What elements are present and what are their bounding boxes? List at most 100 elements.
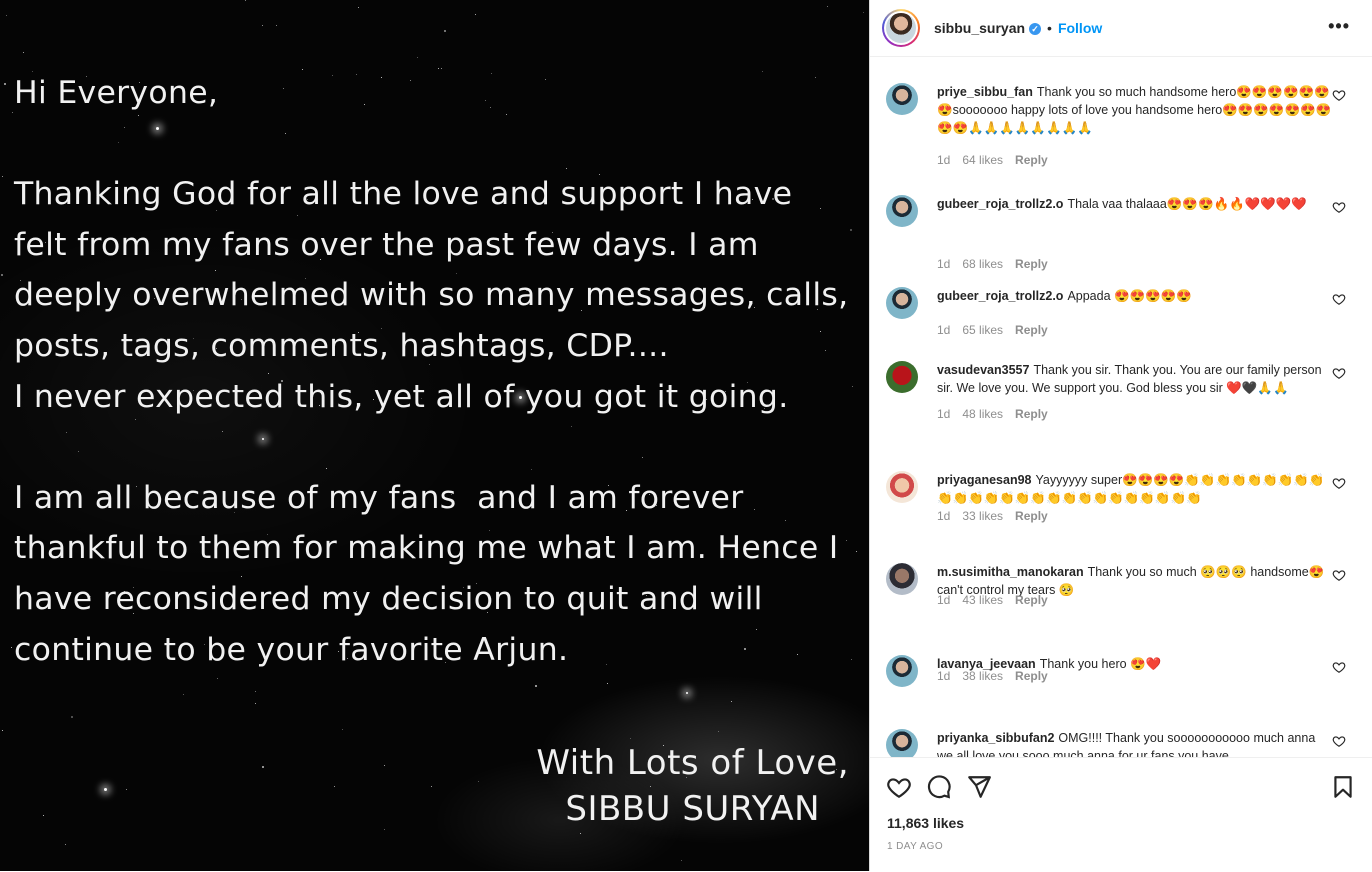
commenter-avatar[interactable] [886,729,918,757]
comment-icon[interactable] [926,774,952,800]
comment-reply-button[interactable]: Reply [1015,509,1048,523]
commenter-username[interactable]: priye_sibbu_fan [937,85,1033,99]
comment-item: priye_sibbu_fan Thank you so much handsom… [886,57,1356,167]
comment-body: priyaganesan98 Yayyyyyy super😍😍😍😍👏👏👏👏👏👏👏👏… [937,471,1332,507]
owner-avatar[interactable] [882,9,920,47]
comment-like-heart-icon[interactable] [1332,734,1346,748]
commenter-avatar[interactable] [886,195,918,227]
follow-button[interactable]: Follow [1058,20,1102,36]
comments-list[interactable]: priye_sibbu_fan Thank you so much handsom… [870,57,1372,757]
star [342,729,343,730]
comment-likes[interactable]: 33 likes [962,509,1003,523]
letter-text: Hi Everyone, Thanking God for all the lov… [14,68,864,675]
comment-body: vasudevan3557 Thank you sir. Thank you. Y… [937,361,1332,397]
comment-like-heart-icon[interactable] [1332,568,1346,582]
star [11,647,12,648]
save-bookmark-icon[interactable] [1330,774,1356,800]
star [1,274,3,276]
commenter-username[interactable]: gubeer_roja_trollz2.o [937,197,1063,211]
star [2,176,3,177]
share-paper-plane-icon[interactable] [966,774,992,800]
star [217,678,218,679]
comment-like-heart-icon[interactable] [1332,200,1346,214]
commenter-username[interactable]: m.susimitha_manokaran [937,565,1084,579]
commenter-username[interactable]: gubeer_roja_trollz2.o [937,289,1063,303]
star [71,716,73,718]
comment-likes[interactable]: 43 likes [962,593,1003,607]
bright-star [686,692,688,694]
comment-likes[interactable]: 38 likes [962,669,1003,683]
post-image[interactable]: Hi Everyone, Thanking God for all the lov… [0,0,869,871]
post-sidebar: sibbu_suryan ✓ • Follow ••• priye_sibbu_f… [869,0,1372,871]
likes-count[interactable]: 11,863 likes [887,815,964,831]
commenter-avatar[interactable] [886,471,918,503]
star [23,52,24,53]
letter-line: Hi Everyone, [14,75,219,111]
letter-line: continue to be your favorite Arjun. [14,631,569,668]
letter-line: have reconsidered my decision to quit an… [14,580,763,617]
commenter-avatar[interactable] [886,287,918,319]
commenter-avatar[interactable] [886,563,918,595]
like-heart-icon[interactable] [886,774,912,800]
comment-likes[interactable]: 48 likes [962,407,1003,421]
letter-line: felt from my fans over the past few days… [14,226,759,263]
comment-reply-button[interactable]: Reply [1015,407,1048,421]
comment-age: 1d [937,669,951,683]
star [12,112,13,113]
commenter-avatar[interactable] [886,655,918,687]
signoff-line: With Lots of Love, [536,743,849,783]
star [535,685,537,687]
star [262,766,264,768]
letter-blank-line [14,422,864,473]
star [827,6,828,7]
star [245,0,246,1]
star [65,844,66,845]
commenter-username[interactable]: vasudevan3557 [937,363,1029,377]
star [126,789,127,790]
comment-like-heart-icon[interactable] [1332,366,1346,380]
letter-line: Thanking God for all the love and suppor… [14,176,793,213]
comment-like-heart-icon[interactable] [1332,88,1346,102]
star [276,25,277,26]
star [731,701,732,702]
comment-like-heart-icon[interactable] [1332,476,1346,490]
letter-line: I never expected this, yet all of you go… [14,378,789,415]
star [334,786,335,787]
comment-body: gubeer_roja_trollz2.o Appada 😍😍😍😍😍 [937,287,1332,305]
comment-text: Thala vaa thalaaa😍😍😍🔥🔥❤️❤️❤️❤️ [1067,197,1307,211]
comment-item: vasudevan3557 Thank you sir. Thank you. Y… [886,335,1356,445]
star [718,731,719,732]
star [358,7,359,8]
star [417,57,418,58]
commenter-username[interactable]: priyaganesan98 [937,473,1032,487]
post-time-ago: 1 DAY AGO [887,841,944,852]
star [4,83,6,85]
star [431,786,432,787]
comment-like-heart-icon[interactable] [1332,292,1346,306]
commenter-avatar[interactable] [886,361,918,393]
comment-like-heart-icon[interactable] [1332,660,1346,674]
star [863,12,864,13]
commenter-username[interactable]: priyanka_sibbufan2 [937,731,1054,745]
comment-item: priyanka_sibbufan2 OMG!!!! Thank you sooo… [886,703,1356,757]
owner-username[interactable]: sibbu_suryan [934,20,1025,36]
post-actions: 11,863 likes 1 DAY AGO [870,757,1372,872]
comment-reply-button[interactable]: Reply [1015,153,1048,167]
signoff-name: SIBBU SURYAN [565,789,821,829]
owner-username-wrap: sibbu_suryan ✓ [934,20,1042,36]
comment-reply-button[interactable]: Reply [1015,593,1048,607]
star [183,694,184,695]
commenter-avatar[interactable] [886,83,918,115]
star [444,30,446,32]
comment-likes[interactable]: 64 likes [962,153,1003,167]
comment-meta: 1d 33 likes Reply [937,509,1060,523]
comment-age: 1d [937,153,951,167]
star [262,25,263,26]
star [255,703,256,704]
post-header: sibbu_suryan ✓ • Follow ••• [870,0,1372,57]
comment-reply-button[interactable]: Reply [1015,669,1048,683]
star [43,815,44,816]
more-options-icon[interactable]: ••• [1328,16,1350,37]
bright-star [104,788,107,791]
letter-line: thankful to them for making me what I am… [14,530,839,567]
